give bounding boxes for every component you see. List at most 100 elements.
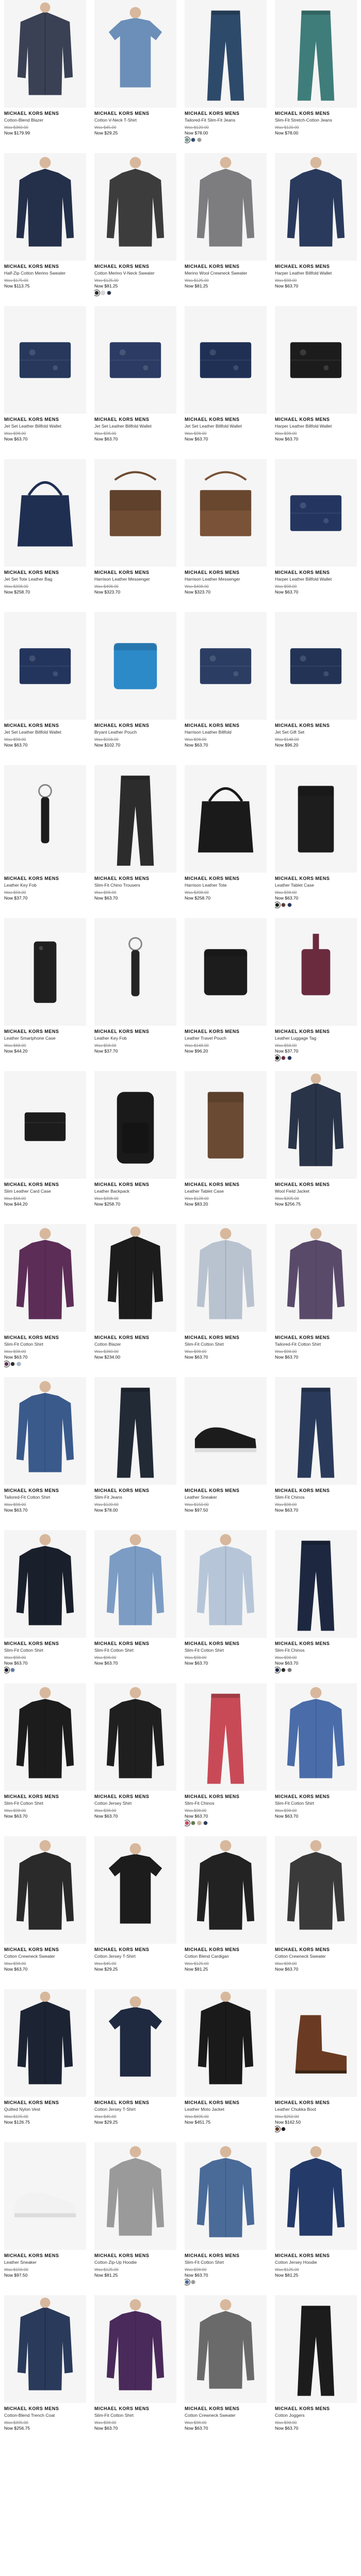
product-name[interactable]: Leather Tablet Case <box>275 883 357 888</box>
product-name[interactable]: Leather Backpack <box>94 1189 176 1194</box>
product-image[interactable] <box>275 918 357 1026</box>
product-name[interactable]: Bryant Leather Pouch <box>94 730 176 735</box>
product-brand[interactable]: MICHAEL KORS MENS <box>94 1182 176 1188</box>
product-card[interactable]: MICHAEL KORS MENS Slim-Fit Cotton Shirt Wa… <box>185 1530 267 1683</box>
product-image[interactable] <box>94 153 176 261</box>
product-image[interactable] <box>4 1377 86 1485</box>
product-image[interactable] <box>4 1683 86 1791</box>
product-name[interactable]: Leather Chukka Boot <box>275 2107 357 2112</box>
product-brand[interactable]: MICHAEL KORS MENS <box>94 1794 176 1800</box>
color-swatch[interactable] <box>4 1360 10 1367</box>
product-name[interactable]: Cotton Jersey T-Shirt <box>94 1954 176 1959</box>
product-card[interactable]: MICHAEL KORS MENS Slim-Fit Cotton Shirt Wa… <box>275 1683 357 1836</box>
product-image[interactable] <box>185 2142 267 2250</box>
product-image[interactable] <box>94 1071 176 1179</box>
product-card[interactable]: MICHAEL KORS MENS Cotton Jersey Shirt Was … <box>94 1683 176 1836</box>
product-brand[interactable]: MICHAEL KORS MENS <box>4 570 86 575</box>
color-swatch[interactable] <box>10 1361 15 1366</box>
product-brand[interactable]: MICHAEL KORS MENS <box>185 723 267 728</box>
product-card[interactable]: MICHAEL KORS MENS Cotton Joggers Was $98.0… <box>275 2295 357 2448</box>
product-image[interactable] <box>4 1530 86 1638</box>
product-name[interactable]: Cotton Jersey T-Shirt <box>94 2107 176 2112</box>
product-card[interactable]: MICHAEL KORS MENS Bryant Leather Pouch Was… <box>94 612 176 765</box>
product-card[interactable]: MICHAEL KORS MENS Leather Backpack Was $39… <box>94 1071 176 1224</box>
product-brand[interactable]: MICHAEL KORS MENS <box>4 1641 86 1647</box>
product-image[interactable] <box>185 1989 267 2097</box>
color-swatch[interactable] <box>17 1361 21 1366</box>
product-image[interactable] <box>275 306 357 414</box>
product-brand[interactable]: MICHAEL KORS MENS <box>94 1029 176 1035</box>
product-name[interactable]: Harper Leather Billfold Wallet <box>275 270 357 276</box>
product-card[interactable]: MICHAEL KORS MENS Jet Set Leather Billfol… <box>4 306 86 459</box>
color-swatch[interactable] <box>191 2279 195 2284</box>
product-brand[interactable]: MICHAEL KORS MENS <box>94 1947 176 1953</box>
product-image[interactable] <box>94 918 176 1026</box>
product-brand[interactable]: MICHAEL KORS MENS <box>4 2100 86 2106</box>
product-image[interactable] <box>275 612 357 720</box>
product-name[interactable]: Jet Set Leather Billfold Wallet <box>4 730 86 735</box>
product-brand[interactable]: MICHAEL KORS MENS <box>4 876 86 882</box>
product-card[interactable]: MICHAEL KORS MENS Slim-Fit Cotton Shirt Wa… <box>4 1530 86 1683</box>
product-image[interactable] <box>94 1989 176 2097</box>
product-card[interactable]: MICHAEL KORS MENS Slim-Fit Cotton Shirt Wa… <box>4 1683 86 1836</box>
product-image[interactable] <box>4 612 86 720</box>
product-card[interactable]: MICHAEL KORS MENS Cotton Crewneck Sweater… <box>275 1836 357 1989</box>
product-card[interactable]: MICHAEL KORS MENS Slim-Fit Jeans Was $120.… <box>94 1377 176 1530</box>
product-brand[interactable]: MICHAEL KORS MENS <box>94 570 176 575</box>
product-card[interactable]: MICHAEL KORS MENS Harrison Leather Billfo… <box>185 612 267 765</box>
product-image[interactable] <box>185 1530 267 1638</box>
product-image[interactable] <box>185 1836 267 1944</box>
product-brand[interactable]: MICHAEL KORS MENS <box>275 1488 357 1494</box>
color-swatch[interactable] <box>275 1054 281 1061</box>
product-image[interactable] <box>275 1530 357 1638</box>
color-swatch[interactable] <box>281 902 286 907</box>
product-name[interactable]: Leather Key Fob <box>4 883 86 888</box>
product-brand[interactable]: MICHAEL KORS MENS <box>185 1182 267 1188</box>
product-card[interactable]: MICHAEL KORS MENS Harper Leather Billfold… <box>275 153 357 306</box>
product-card[interactable]: MICHAEL KORS MENS Leather Tablet Case Was … <box>185 1071 267 1224</box>
product-card[interactable]: MICHAEL KORS MENS Leather Key Fob Was $58.… <box>4 765 86 918</box>
product-name[interactable]: Leather Sneaker <box>185 1495 267 1500</box>
product-brand[interactable]: MICHAEL KORS MENS <box>185 1488 267 1494</box>
product-name[interactable]: Cotton Zip-Up Hoodie <box>94 2260 176 2265</box>
product-card[interactable]: MICHAEL KORS MENS Leather Sneaker Was $150… <box>185 1377 267 1530</box>
color-swatch[interactable] <box>197 1820 202 1825</box>
product-image[interactable] <box>185 612 267 720</box>
product-card[interactable]: MICHAEL KORS MENS Cotton-Blend Blazer Was … <box>4 0 86 153</box>
product-card[interactable]: MICHAEL KORS MENS Cotton V-Neck T-Shirt Wa… <box>94 0 176 153</box>
product-card[interactable]: MICHAEL KORS MENS Cotton Crewneck Sweater… <box>4 1836 86 1989</box>
product-name[interactable]: Leather Sneaker <box>4 2260 86 2265</box>
product-name[interactable]: Slim-Fit Cotton Shirt <box>185 2260 267 2265</box>
color-swatch[interactable] <box>107 290 111 295</box>
product-brand[interactable]: MICHAEL KORS MENS <box>185 2253 267 2259</box>
color-swatch[interactable] <box>281 2126 286 2131</box>
product-card[interactable]: MICHAEL KORS MENS Harper Leather Billfold… <box>275 306 357 459</box>
product-image[interactable] <box>185 765 267 873</box>
product-image[interactable] <box>94 306 176 414</box>
product-brand[interactable]: MICHAEL KORS MENS <box>4 1335 86 1341</box>
color-swatch[interactable] <box>275 1666 281 1673</box>
product-name[interactable]: Slim-Fit Cotton Shirt <box>4 1801 86 1806</box>
product-image[interactable] <box>4 1224 86 1332</box>
product-card[interactable]: MICHAEL KORS MENS Tailored-Fit Cotton Shi… <box>275 1224 357 1377</box>
product-name[interactable]: Quilted Nylon Vest <box>4 2107 86 2112</box>
product-brand[interactable]: MICHAEL KORS MENS <box>94 1641 176 1647</box>
color-swatch[interactable] <box>10 1667 15 1672</box>
product-name[interactable]: Cotton Blazer <box>94 1342 176 1347</box>
product-brand[interactable]: MICHAEL KORS MENS <box>185 1794 267 1800</box>
product-card[interactable]: MICHAEL KORS MENS Slim-Fit Cotton Shirt Wa… <box>185 1224 267 1377</box>
product-name[interactable]: Leather Travel Pouch <box>185 1036 267 1041</box>
product-image[interactable] <box>185 1071 267 1179</box>
product-name[interactable]: Wool Field Jacket <box>275 1189 357 1194</box>
product-image[interactable] <box>4 1071 86 1179</box>
color-swatch[interactable] <box>287 902 292 907</box>
product-card[interactable]: MICHAEL KORS MENS Leather Key Fob Was $58.… <box>94 918 176 1071</box>
product-brand[interactable]: MICHAEL KORS MENS <box>275 1029 357 1035</box>
color-swatch[interactable] <box>185 2278 190 2285</box>
product-card[interactable]: MICHAEL KORS MENS Jet Set Leather Billfol… <box>4 612 86 765</box>
color-swatch[interactable] <box>275 901 281 908</box>
product-card[interactable]: MICHAEL KORS MENS Quilted Nylon Vest Was $… <box>4 1989 86 2142</box>
product-image[interactable] <box>4 306 86 414</box>
product-card[interactable]: MICHAEL KORS MENS Tailored-Fit Slim-Fit J… <box>185 0 267 153</box>
product-card[interactable]: MICHAEL KORS MENS Jet Set Leather Billfol… <box>94 306 176 459</box>
